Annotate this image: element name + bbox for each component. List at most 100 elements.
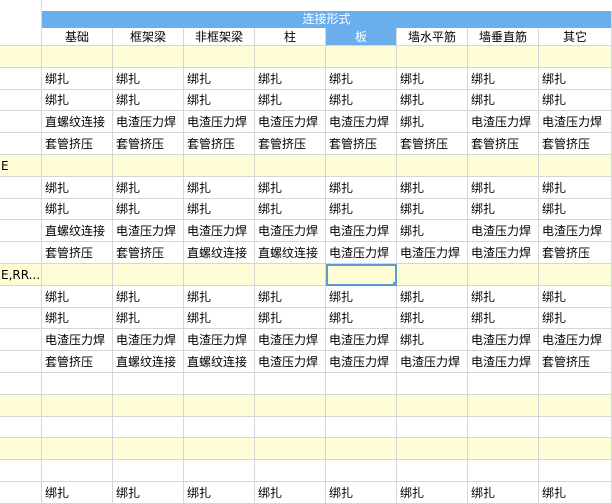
row-label[interactable]	[0, 90, 42, 111]
table-cell[interactable]: 绑扎	[539, 308, 612, 329]
table-cell[interactable]: 绑扎	[468, 482, 539, 504]
table-cell[interactable]	[113, 417, 184, 438]
column-header-4[interactable]: 柱	[255, 28, 326, 46]
table-cell[interactable]	[184, 460, 255, 482]
table-cell[interactable]: 绑扎	[326, 68, 397, 90]
table-cell[interactable]: 绑扎	[397, 329, 468, 351]
table-cell[interactable]: 直螺纹连接	[42, 111, 113, 133]
group-row-cell[interactable]	[42, 46, 113, 68]
table-cell[interactable]: 电渣压力焊	[468, 111, 539, 133]
table-cell[interactable]: 直螺纹连接	[184, 351, 255, 373]
table-cell[interactable]: 绑扎	[468, 286, 539, 308]
table-cell[interactable]: 绑扎	[42, 286, 113, 308]
row-label[interactable]	[0, 199, 42, 220]
table-cell[interactable]: 套管挤压	[113, 133, 184, 155]
group-row-cell[interactable]	[184, 438, 255, 460]
table-cell[interactable]: 电渣压力焊	[397, 242, 468, 264]
group-row-cell[interactable]	[255, 395, 326, 417]
table-cell[interactable]: 绑扎	[184, 68, 255, 90]
row-label[interactable]	[0, 111, 42, 133]
group-row-cell[interactable]	[539, 264, 612, 286]
row-label[interactable]	[0, 286, 42, 308]
row-label[interactable]	[0, 242, 42, 264]
table-cell[interactable]: 套管挤压	[397, 133, 468, 155]
table-cell[interactable]: 绑扎	[42, 199, 113, 220]
group-row-label[interactable]	[0, 438, 42, 460]
table-cell[interactable]	[42, 460, 113, 482]
group-row-label[interactable]	[0, 395, 42, 417]
table-cell[interactable]: 电渣压力焊	[539, 220, 612, 242]
table-cell[interactable]: 绑扎	[397, 286, 468, 308]
group-row-label[interactable]	[0, 46, 42, 68]
table-cell[interactable]: 绑扎	[184, 482, 255, 504]
group-row-cell[interactable]	[42, 438, 113, 460]
table-cell[interactable]	[184, 417, 255, 438]
table-cell[interactable]: 绑扎	[255, 308, 326, 329]
table-cell[interactable]: 绑扎	[113, 286, 184, 308]
table-cell[interactable]: 电渣压力焊	[468, 329, 539, 351]
table-cell[interactable]: 套管挤压	[468, 133, 539, 155]
column-header-1[interactable]: 基础	[42, 28, 113, 46]
table-cell[interactable]: 直螺纹连接	[184, 242, 255, 264]
group-row-cell[interactable]	[42, 264, 113, 286]
table-cell[interactable]: 套管挤压	[539, 242, 612, 264]
group-row-cell[interactable]	[255, 46, 326, 68]
table-cell[interactable]: 套管挤压	[184, 133, 255, 155]
column-header-7[interactable]: 墙垂直筋	[468, 28, 539, 46]
row-label[interactable]	[0, 220, 42, 242]
table-cell[interactable]	[397, 417, 468, 438]
table-cell[interactable]: 套管挤压	[42, 351, 113, 373]
group-row-cell[interactable]	[255, 438, 326, 460]
group-row-cell[interactable]	[468, 264, 539, 286]
table-cell[interactable]: 电渣压力焊	[113, 111, 184, 133]
table-cell[interactable]	[326, 460, 397, 482]
group-row-cell[interactable]	[113, 264, 184, 286]
table-cell[interactable]: 电渣压力焊	[326, 351, 397, 373]
group-row-cell[interactable]	[42, 395, 113, 417]
table-cell[interactable]: 绑扎	[42, 308, 113, 329]
table-cell[interactable]: 电渣压力焊	[468, 220, 539, 242]
table-cell[interactable]: 绑扎	[184, 90, 255, 111]
table-cell[interactable]: 绑扎	[255, 286, 326, 308]
table-cell[interactable]: 绑扎	[397, 308, 468, 329]
group-row-cell[interactable]	[326, 438, 397, 460]
table-cell[interactable]: 电渣压力焊	[113, 220, 184, 242]
column-header-5[interactable]: 板	[326, 28, 397, 46]
table-cell[interactable]: 绑扎	[184, 199, 255, 220]
group-row-cell[interactable]	[113, 438, 184, 460]
table-cell[interactable]: 绑扎	[468, 90, 539, 111]
table-cell[interactable]: 绑扎	[397, 90, 468, 111]
table-cell[interactable]: 绑扎	[539, 286, 612, 308]
group-row-cell[interactable]	[539, 155, 612, 177]
table-cell[interactable]: 绑扎	[255, 90, 326, 111]
group-row-cell[interactable]	[184, 264, 255, 286]
table-cell[interactable]: 套管挤压	[42, 242, 113, 264]
group-row-cell[interactable]	[113, 46, 184, 68]
row-label[interactable]	[0, 351, 42, 373]
table-cell[interactable]: 绑扎	[539, 177, 612, 199]
table-cell[interactable]: 套管挤压	[255, 133, 326, 155]
group-row-cell[interactable]	[539, 395, 612, 417]
table-cell[interactable]: 绑扎	[113, 68, 184, 90]
group-row-cell[interactable]	[468, 155, 539, 177]
group-row-cell[interactable]	[539, 438, 612, 460]
table-cell[interactable]: 电渣压力焊	[397, 351, 468, 373]
group-row-cell[interactable]	[468, 395, 539, 417]
row-label[interactable]	[0, 482, 42, 504]
table-cell[interactable]: 电渣压力焊	[468, 242, 539, 264]
table-cell[interactable]: 电渣压力焊	[184, 111, 255, 133]
table-cell[interactable]	[255, 460, 326, 482]
table-cell[interactable]	[397, 460, 468, 482]
table-cell[interactable]	[113, 460, 184, 482]
table-cell[interactable]	[326, 417, 397, 438]
table-cell[interactable]	[255, 417, 326, 438]
table-cell[interactable]: 绑扎	[42, 482, 113, 504]
column-header-8[interactable]: 其它	[539, 28, 612, 46]
table-cell[interactable]: 绑扎	[255, 68, 326, 90]
group-row-cell[interactable]	[184, 46, 255, 68]
group-row-label[interactable]: E,RR...	[0, 264, 42, 286]
row-label[interactable]	[0, 133, 42, 155]
table-cell[interactable]: 绑扎	[42, 90, 113, 111]
table-cell[interactable]	[468, 460, 539, 482]
table-cell[interactable]: 绑扎	[255, 199, 326, 220]
